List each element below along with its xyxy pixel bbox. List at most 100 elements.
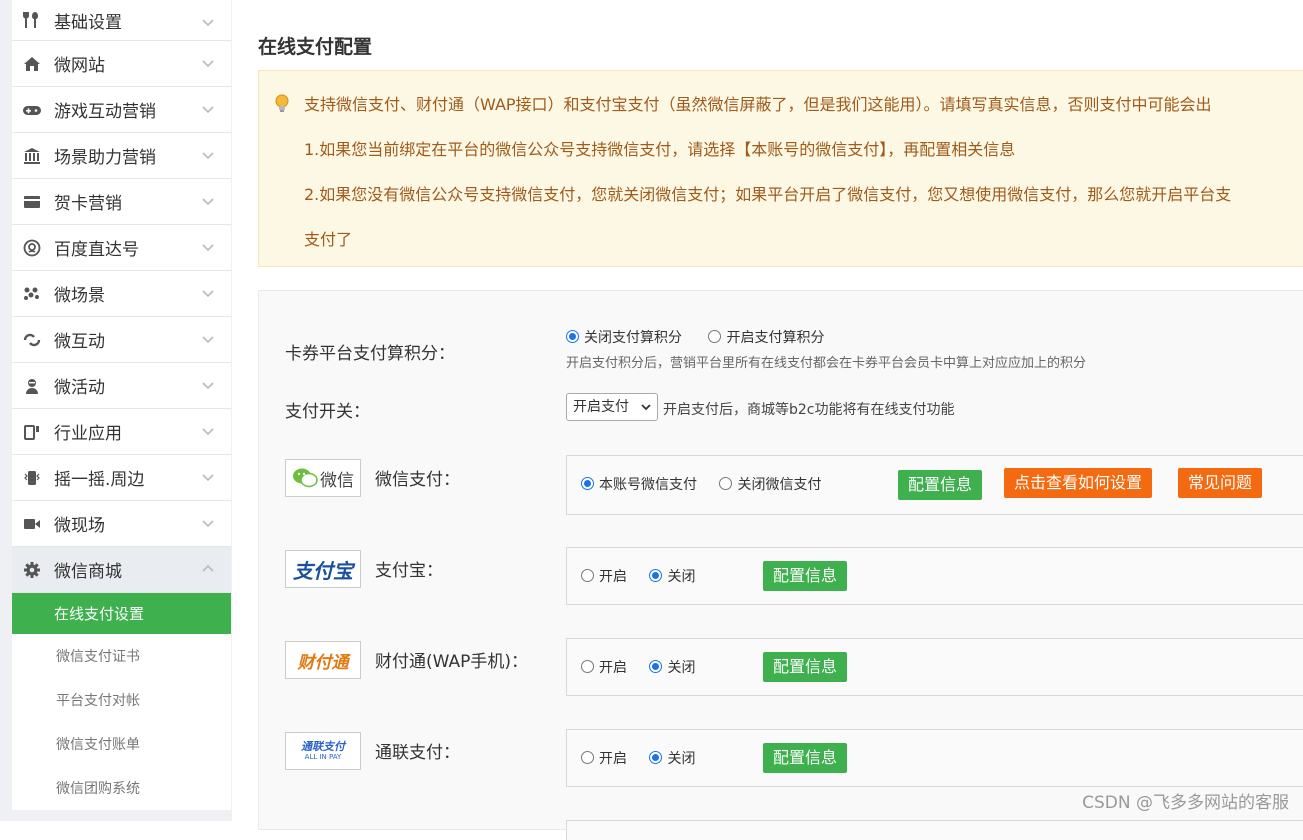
radio-unselected[interactable] — [581, 751, 594, 764]
sidebar-item-shake-nearby[interactable]: 摇一摇.周边 — [12, 455, 231, 501]
radio-selected[interactable] — [649, 569, 663, 582]
sidebar-item-micro-activity[interactable]: 微活动 — [12, 363, 231, 409]
radio-selected[interactable] — [581, 477, 594, 490]
sidebar-item-label: 微信商城 — [54, 562, 122, 582]
allinpay-panel: 开启 关闭 配置信息 — [566, 729, 1303, 787]
radio-selected[interactable] — [649, 751, 663, 764]
allinpay-logo: 通联支付 ALL IN PAY — [285, 732, 361, 770]
alipay-logo: 支付宝 — [285, 550, 361, 588]
sidebar-item-label: 微场景 — [54, 286, 105, 306]
sidebar-item-label: 百度直达号 — [54, 240, 139, 260]
dots-icon — [22, 284, 42, 304]
sidebar-item-scene-marketing[interactable]: 场景助力营销 — [12, 133, 231, 179]
sidebar-item-game-marketing[interactable]: 游戏互动营销 — [12, 87, 231, 133]
notice-line-2: 1.如果您当前绑定在平台的微信公众号支持微信支付，请选择【本账号的微信支付】，再… — [304, 140, 1016, 159]
notice-line-4: 支付了 — [304, 230, 353, 249]
gamepad-icon — [22, 100, 42, 120]
sidebar-item-micro-live[interactable]: 微现场 — [12, 501, 231, 547]
points-on-option[interactable]: 开启支付算积分 — [708, 330, 824, 346]
wechat-pay-panel: 本账号微信支付 关闭微信支付 配置信息 点击查看如何设置 常见问题 — [566, 455, 1303, 515]
wechat-pay-radio-group: 本账号微信支付 关闭微信支付 — [581, 474, 821, 494]
wechat-pay-label: 微信支付： — [375, 470, 460, 490]
at-icon — [22, 238, 42, 258]
sidebar-subitem-group-buy[interactable]: 微信团购系统 — [12, 766, 231, 810]
home-icon — [22, 54, 42, 74]
sidebar-item-label: 微现场 — [54, 516, 105, 536]
points-off-option[interactable]: 关闭支付算积分 — [566, 330, 682, 346]
chevron-down-icon — [202, 290, 214, 298]
alipay-config-button[interactable]: 配置信息 — [763, 561, 848, 591]
sidebar-subitem-platform-reconciliation[interactable]: 平台支付对帐 — [12, 678, 231, 722]
sidebar-item-micro-scene[interactable]: 微场景 — [12, 271, 231, 317]
sidebar-item-micro-interact[interactable]: 微互动 — [12, 317, 231, 363]
wechat-howto-button[interactable]: 点击查看如何设置 — [1004, 468, 1153, 498]
sidebar-item-basic-settings[interactable]: 基础设置 — [12, 0, 231, 41]
radio-unselected[interactable] — [581, 660, 594, 673]
wechat-config-button[interactable]: 配置信息 — [898, 470, 983, 500]
tenpay-off-option[interactable]: 关闭 — [649, 660, 695, 676]
tenpay-config-button[interactable]: 配置信息 — [763, 652, 848, 682]
chevron-down-icon — [641, 404, 651, 411]
radio-unselected[interactable] — [581, 569, 594, 582]
sidebar-item-label: 微互动 — [54, 332, 105, 352]
sidebar-subitem-wechat-pay-certificate[interactable]: 微信支付证书 — [12, 634, 231, 678]
tenpay-on-option[interactable]: 开启 — [581, 660, 627, 676]
chevron-down-icon — [202, 382, 214, 390]
tenpay-logo: 财付通 — [285, 641, 361, 679]
chevron-down-icon — [202, 106, 214, 114]
tools-icon — [22, 10, 42, 30]
chevron-down-icon — [202, 152, 214, 160]
radio-unselected[interactable] — [719, 477, 733, 490]
radio-unselected[interactable] — [708, 330, 722, 343]
allinpay-label: 通联支付： — [375, 743, 460, 763]
chevron-down-icon — [202, 520, 214, 528]
sidebar-item-label: 游戏互动营销 — [54, 102, 156, 122]
wechat-pay-own-option[interactable]: 本账号微信支付 — [581, 477, 697, 493]
alipay-on-option[interactable]: 开启 — [581, 569, 627, 585]
main-content: 在线支付配置 支持微信支付、财付通（WAP接口）和支付宝支付（虽然微信屏蔽了，但… — [258, 0, 1303, 840]
wechat-faq-button[interactable]: 常见问题 — [1178, 468, 1263, 498]
points-hint: 开启支付积分后，营销平台里所有在线支付都会在卡券平台会员卡中算上对应应加上的积分 — [566, 356, 1087, 371]
payment-form: 卡券平台支付算积分： 关闭支付算积分 开启支付算积分 开启支付积分后，营销平台里… — [258, 290, 1303, 840]
wechat-pay-off-option[interactable]: 关闭微信支付 — [719, 477, 821, 493]
allinpay-off-option[interactable]: 关闭 — [649, 751, 695, 767]
allinpay-config-button[interactable]: 配置信息 — [763, 743, 848, 773]
alipay-panel: 开启 关闭 配置信息 — [566, 547, 1303, 605]
chevron-down-icon — [202, 19, 214, 27]
tenpay-panel: 开启 关闭 配置信息 — [566, 638, 1303, 696]
sidebar-item-industry-apps[interactable]: 行业应用 — [12, 409, 231, 455]
chevron-down-icon — [202, 428, 214, 436]
sidebar-item-baidu[interactable]: 百度直达号 — [12, 225, 231, 271]
allinpay-radio-group: 开启 关闭 — [581, 748, 695, 768]
activity-icon — [22, 376, 42, 396]
points-label: 卡券平台支付算积分： — [285, 344, 455, 364]
notice-box: 支持微信支付、财付通（WAP接口）和支付宝支付（虽然微信屏蔽了，但是我们这能用）… — [258, 70, 1303, 267]
sidebar-item-label: 基础设置 — [54, 12, 122, 33]
chevron-down-icon — [202, 244, 214, 252]
next-payment-panel — [566, 820, 1303, 840]
sidebar-item-label: 微网站 — [54, 56, 105, 76]
payment-switch-select[interactable]: 开启支付 — [566, 393, 658, 421]
watermark: CSDN @飞多多网站的客服 — [1082, 793, 1289, 813]
radio-selected[interactable] — [566, 330, 579, 343]
gear-icon — [22, 560, 42, 580]
industry-icon — [22, 422, 42, 442]
alipay-off-option[interactable]: 关闭 — [649, 569, 695, 585]
interact-icon — [22, 330, 42, 350]
sidebar-subitem-wechat-pay-bill[interactable]: 微信支付账单 — [12, 722, 231, 766]
radio-selected[interactable] — [649, 660, 663, 673]
bank-icon — [22, 146, 42, 166]
sidebar: 基础设置 微网站 游戏互动营销 场景助力营销 贺卡营销 百度直达号 微场景 微互… — [0, 0, 232, 821]
sidebar-subitem-online-payment-settings[interactable]: 在线支付设置 — [12, 593, 231, 634]
allinpay-on-option[interactable]: 开启 — [581, 751, 627, 767]
tenpay-radio-group: 开启 关闭 — [581, 657, 695, 677]
sidebar-item-micro-site[interactable]: 微网站 — [12, 41, 231, 87]
payment-switch-hint: 开启支付后，商城等b2c功能将有在线支付功能 — [663, 402, 955, 418]
sidebar-menu: 基础设置 微网站 游戏互动营销 场景助力营销 贺卡营销 百度直达号 微场景 微互… — [12, 0, 231, 810]
video-icon — [22, 514, 42, 534]
sidebar-item-label: 摇一摇.周边 — [54, 470, 145, 490]
notice-line-3: 2.如果您没有微信公众号支持微信支付，您就关闭微信支付；如果平台开启了微信支付，… — [304, 185, 1232, 204]
sidebar-item-greeting-card[interactable]: 贺卡营销 — [12, 179, 231, 225]
sidebar-item-wechat-mall[interactable]: 微信商城 — [12, 547, 231, 593]
alipay-label: 支付宝： — [375, 561, 443, 581]
